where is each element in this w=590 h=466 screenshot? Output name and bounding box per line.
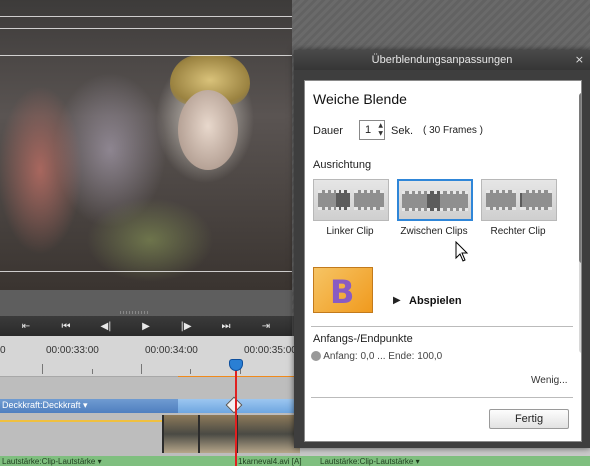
dialog-window-title: Überblendungsanpassungen <box>371 54 513 66</box>
duration-unit: Sek. <box>391 125 414 137</box>
align-left-clip-button[interactable] <box>313 179 389 221</box>
go-to-end-icon[interactable]: ⇥ <box>255 318 277 334</box>
less-options-link[interactable]: Wenig... <box>531 375 568 386</box>
clip-strip-icon <box>402 191 430 211</box>
ruler-tick <box>190 369 191 374</box>
timecode-34: 00:00:34:00 <box>145 345 198 356</box>
separator <box>311 397 573 398</box>
align-between-clips-button[interactable] <box>397 179 473 221</box>
ruler-tick <box>92 369 93 374</box>
transition-strip-icon <box>336 190 350 210</box>
play-triangle-icon[interactable]: ▶ <box>393 295 401 306</box>
resize-grip[interactable] <box>120 311 150 314</box>
clip-strip-icon <box>354 190 384 210</box>
step-forward-icon[interactable]: |▶ <box>175 318 197 334</box>
action-safe-guide <box>0 28 292 272</box>
opacity-track-label[interactable]: Deckkraft:Deckkraft ▾ <box>2 400 88 411</box>
ruler-tick <box>141 364 142 374</box>
close-icon[interactable]: × <box>575 50 584 70</box>
transport-controls: ⇤ ⏮ ◀| ▶ |▶ ⏭ ⇥ <box>0 316 292 336</box>
duration-label: Dauer <box>313 125 343 137</box>
video-preview-frame <box>0 0 292 290</box>
transition-name: Weiche Blende <box>313 91 407 107</box>
clip-strip-icon <box>522 190 552 210</box>
clip-strip-icon <box>486 190 516 210</box>
spin-down-icon[interactable]: ▼ <box>378 130 383 138</box>
clip-thumbnails[interactable] <box>162 415 300 453</box>
alignment-label: Ausrichtung <box>313 159 372 171</box>
next-edit-icon[interactable]: ⏭ <box>215 318 237 334</box>
points-icon <box>311 351 321 361</box>
ruler-tick <box>42 364 43 374</box>
transition-preview-thumbnail[interactable]: B <box>313 267 373 313</box>
dialog-panel: Weiche Blende Dauer 1 ▲ ▼ Sek. ( 30 Fram… <box>304 80 582 442</box>
timecode-35: 00:00:35:00 <box>244 345 297 356</box>
transition-adjustments-dialog: Überblendungsanpassungen × Weiche Blende… <box>294 50 590 448</box>
spin-up-icon[interactable]: ▲ <box>378 122 383 130</box>
align-between-clips-icon <box>397 179 473 221</box>
audio-volume-label[interactable]: Lautstärke:Clip-Lautstärke ▾ <box>2 457 102 466</box>
play-icon[interactable]: ▶ <box>135 318 157 334</box>
start-end-points-values: Anfang: 0,0 ... Ende: 100,0 <box>323 351 443 361</box>
playhead-line <box>235 366 237 466</box>
align-left-clip-icon <box>313 179 389 221</box>
audio-volume-label[interactable]: Lautstärke:Clip-Lautstärke ▾ <box>320 457 420 466</box>
duration-frames: ( 30 Frames ) <box>423 125 484 136</box>
done-button[interactable]: Fertig <box>489 409 569 429</box>
separator <box>311 326 573 327</box>
clip-name-label: 1karneval4.avi [A] <box>238 457 302 466</box>
start-end-points-label: Anfangs-/Endpunkte <box>313 333 413 345</box>
timecode-33: 00:00:33:00 <box>46 345 99 356</box>
duration-value[interactable]: 1 <box>365 124 371 136</box>
align-right-clip-button[interactable] <box>481 179 557 221</box>
clip-strip-icon <box>440 191 468 211</box>
step-back-icon[interactable]: ◀| <box>95 318 117 334</box>
mouse-cursor-icon <box>455 241 469 262</box>
dialog-titlebar[interactable]: Überblendungsanpassungen × <box>294 50 590 70</box>
audio-level-line <box>0 420 162 422</box>
preview-letter: B <box>330 273 355 311</box>
timecode-start: 0 <box>0 345 6 356</box>
align-right-clip-label[interactable]: Rechter Clip <box>473 226 563 237</box>
align-right-clip-icon <box>481 179 557 221</box>
previous-edit-icon[interactable]: ⏮ <box>55 318 77 334</box>
go-to-start-icon[interactable]: ⇤ <box>15 318 37 334</box>
align-between-clips-label[interactable]: Zwischen Clips <box>389 226 479 237</box>
play-button[interactable]: Abspielen <box>409 295 462 307</box>
start-end-points-row: Anfang: 0,0 ... Ende: 100,0 <box>311 351 573 361</box>
scrollbar-thumb[interactable] <box>579 93 581 263</box>
time-ruler[interactable]: 0 00:00:33:00 00:00:34:00 00:00:35:00 <box>0 336 300 377</box>
duration-stepper[interactable]: 1 ▲ ▼ <box>359 120 385 140</box>
align-left-clip-label[interactable]: Linker Clip <box>305 226 395 237</box>
